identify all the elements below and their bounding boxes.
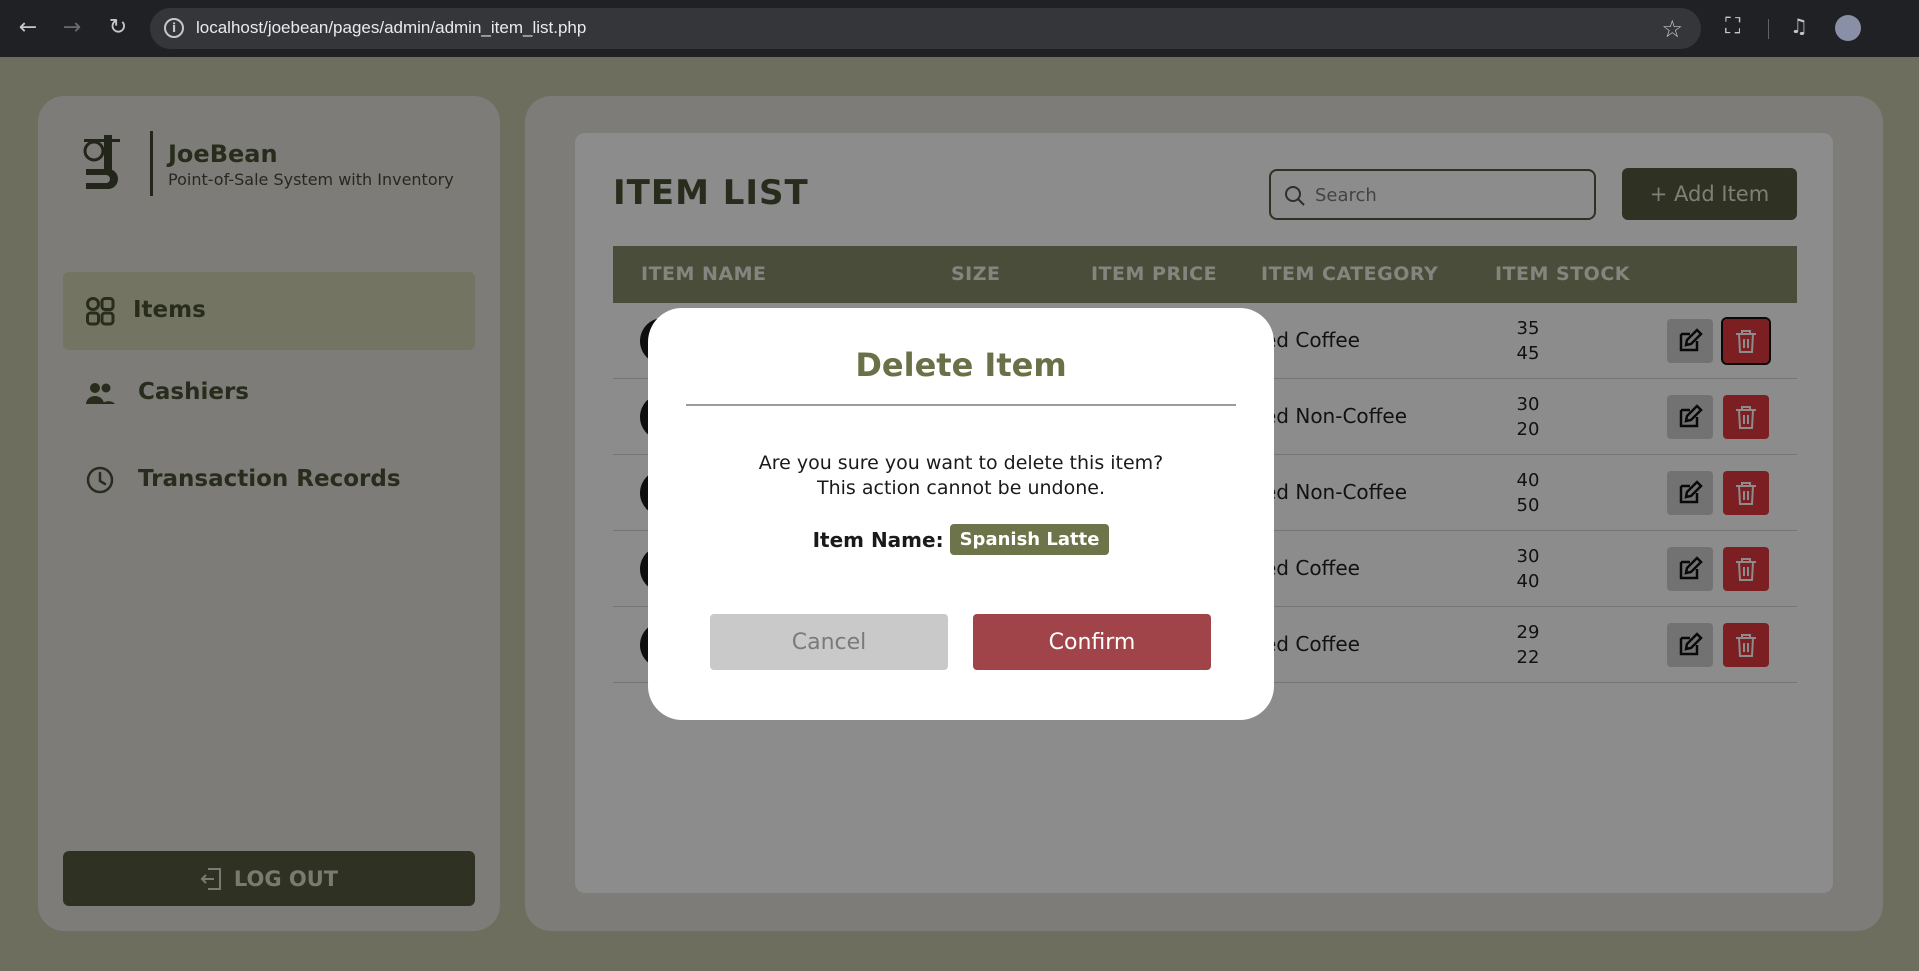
forward-icon[interactable]: → [60, 16, 84, 40]
back-icon[interactable]: ← [16, 16, 40, 40]
dialog-message-line: This action cannot be undone. [816, 477, 1105, 499]
profile-avatar[interactable] [1835, 15, 1861, 41]
url-text[interactable]: localhost/joebean/pages/admin/admin_item… [196, 18, 586, 38]
site-info-icon[interactable]: i [164, 18, 184, 38]
media-control-icon[interactable]: ♫ [1790, 14, 1808, 38]
address-bar[interactable]: i localhost/joebean/pages/admin/admin_it… [150, 8, 1701, 49]
cancel-button[interactable]: Cancel [710, 614, 948, 670]
browser-toolbar: ← → ↻ i localhost/joebean/pages/admin/ad… [0, 0, 1919, 57]
dialog-message-line: Are you sure you want to delete this ite… [758, 452, 1164, 474]
toolbar-divider [1768, 19, 1769, 39]
item-name-badge: Spanish Latte [949, 524, 1110, 555]
item-name-row: Item Name: Spanish Latte [648, 524, 1274, 555]
confirm-button[interactable]: Confirm [973, 614, 1211, 670]
item-name-label: Item Name: [812, 527, 944, 552]
delete-item-dialog: Delete Item Are you sure you want to del… [648, 308, 1274, 720]
dialog-divider [686, 404, 1236, 406]
reload-icon[interactable]: ↻ [106, 16, 130, 40]
bookmark-star-icon[interactable]: ☆ [1661, 15, 1683, 43]
extensions-icon[interactable]: ⛶ [1725, 14, 1740, 39]
dialog-title: Delete Item [855, 346, 1067, 384]
dialog-message: Are you sure you want to delete this ite… [648, 451, 1274, 501]
